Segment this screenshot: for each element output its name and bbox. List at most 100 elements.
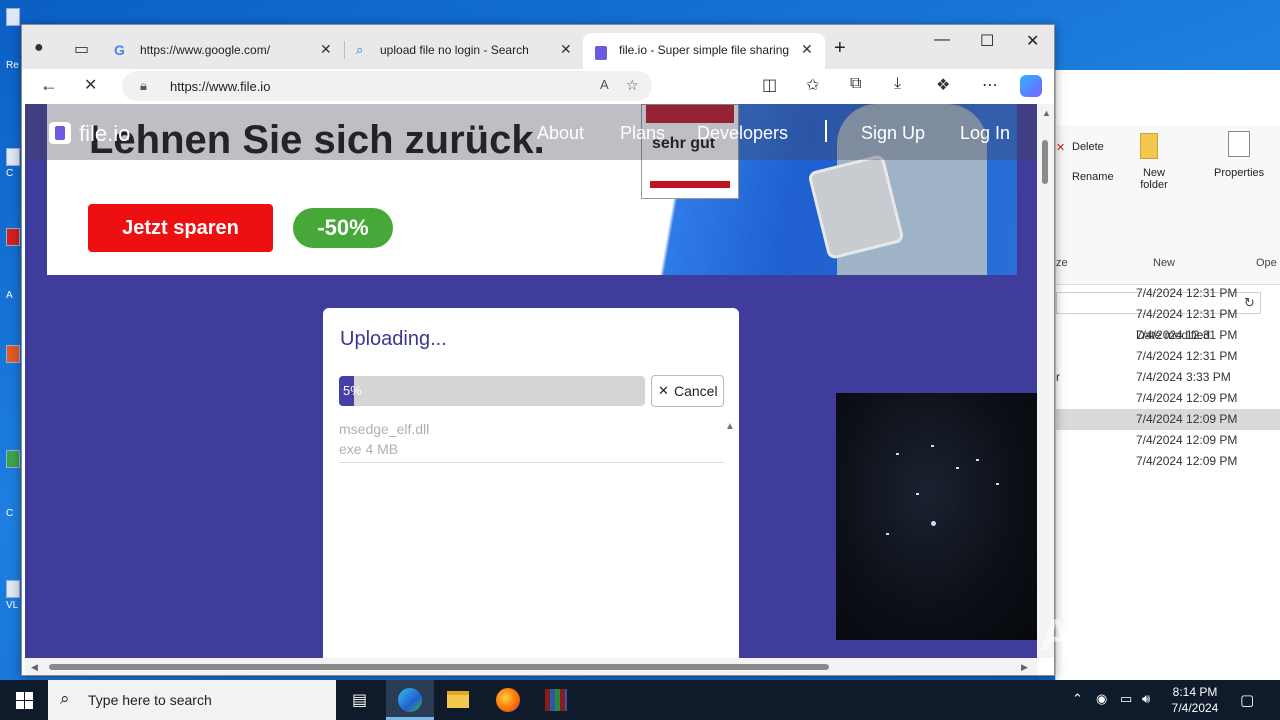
- file-date-modified: 7/4/2024 12:31 PM: [1136, 286, 1238, 300]
- ad-cta-button[interactable]: Jetzt sparen: [88, 204, 273, 252]
- explorer-ribbon: ✕ Delete Rename New folder Properties ze…: [1056, 125, 1280, 285]
- nav-plans[interactable]: Plans: [620, 123, 665, 144]
- site-navbar: file.io About Plans Developers Sign Up L…: [25, 104, 1037, 160]
- minimize-icon[interactable]: —: [934, 31, 950, 49]
- file-list-row[interactable]: 7/4/2024 12:31 PM: [1056, 325, 1280, 346]
- extensions-icon[interactable]: ❖: [936, 75, 950, 95]
- taskbar: ⌕ Type here to search ▤ ⌃ ◉ ▭ 🔊︎ 8:14 PM…: [0, 680, 1280, 720]
- vertical-scrollbar[interactable]: ▲: [1037, 104, 1054, 658]
- fileio-icon: [595, 46, 607, 60]
- file-date-modified: 7/4/2024 12:09 PM: [1136, 454, 1238, 468]
- tab-fileio[interactable]: file.io - Super simple file sharing ✕: [583, 33, 825, 73]
- maximize-icon[interactable]: ☐: [980, 31, 994, 51]
- nav-developers[interactable]: Developers: [697, 123, 788, 144]
- task-view-button[interactable]: ▤: [338, 680, 386, 720]
- meet-now-icon[interactable]: ◉: [1096, 691, 1107, 707]
- cancel-upload-button[interactable]: ✕ Cancel: [651, 375, 724, 407]
- nav-log-in[interactable]: Log In: [960, 123, 1010, 144]
- nav-divider: [825, 120, 827, 142]
- desktop-icon[interactable]: [6, 228, 20, 246]
- read-aloud-icon[interactable]: A: [600, 77, 609, 92]
- properties-button[interactable]: Properties: [1214, 167, 1264, 179]
- start-button[interactable]: [0, 680, 48, 720]
- close-tab-icon[interactable]: ✕: [320, 41, 332, 58]
- collections-icon[interactable]: ⧉: [850, 75, 861, 93]
- taskbar-firefox[interactable]: [484, 680, 532, 720]
- scroll-up-icon[interactable]: ▲: [1042, 108, 1051, 118]
- profile-icon[interactable]: ●: [34, 39, 44, 57]
- file-list-row[interactable]: r 7/4/2024 3:33 PM: [1056, 367, 1280, 388]
- file-list-row[interactable]: 7/4/2024 12:31 PM: [1056, 283, 1280, 304]
- horizontal-scroll-thumb[interactable]: [49, 664, 829, 670]
- ribbon-group-label: ze: [1056, 257, 1068, 269]
- video-ad[interactable]: [836, 393, 1037, 640]
- windows-logo-icon: [16, 701, 24, 709]
- taskbar-winrar[interactable]: [532, 680, 580, 720]
- desktop-label: VL: [6, 600, 19, 611]
- desktop-icon[interactable]: [6, 148, 20, 166]
- chevron-up-icon[interactable]: ⌃: [1072, 691, 1083, 707]
- address-bar[interactable]: 🔒︎ https://www.file.io A ☆: [122, 71, 652, 101]
- nav-about[interactable]: About: [537, 123, 584, 144]
- upload-card: Uploading... 5% ✕ Cancel msedge_elf.dll …: [323, 308, 739, 658]
- desktop-icon[interactable]: [6, 345, 20, 363]
- network-icon[interactable]: ▭: [1120, 691, 1132, 707]
- windows-logo-icon: [25, 701, 33, 709]
- ad-discount-badge: -50%: [293, 208, 393, 248]
- site-logo[interactable]: file.io: [79, 121, 130, 147]
- nav-sign-up[interactable]: Sign Up: [861, 123, 925, 144]
- file-list-row[interactable]: 7/4/2024 12:31 PM: [1056, 346, 1280, 367]
- taskbar-edge[interactable]: [386, 680, 434, 720]
- url-text[interactable]: https://www.file.io: [170, 79, 270, 94]
- desktop-icon[interactable]: [6, 450, 20, 468]
- lock-icon[interactable]: 🔒︎: [140, 78, 147, 94]
- scroll-right-icon[interactable]: ▶: [1021, 662, 1028, 673]
- tab-strip: ● ▭ G https://www.google.com/ ✕ ⌕ upload…: [22, 25, 1054, 73]
- back-icon[interactable]: ←: [40, 75, 58, 96]
- tab-google[interactable]: G https://www.google.com/ ✕: [106, 33, 342, 73]
- new-tab-button[interactable]: +: [834, 37, 846, 60]
- favorites-icon[interactable]: ✩: [806, 75, 819, 95]
- uploading-file-size: exe 4 MB: [339, 441, 399, 457]
- cancel-label: Cancel: [674, 383, 718, 399]
- more-options-icon[interactable]: ⋯: [982, 75, 998, 95]
- video-light: [886, 533, 889, 535]
- upload-progress-bar: 5%: [339, 376, 645, 406]
- vertical-scroll-thumb[interactable]: [1042, 140, 1048, 184]
- properties-icon: [1228, 131, 1250, 157]
- rename-button[interactable]: Rename: [1072, 171, 1114, 183]
- file-list-row[interactable]: 7/4/2024 12:09 PM: [1056, 409, 1280, 430]
- downloads-icon[interactable]: ⤓: [894, 75, 901, 93]
- close-window-icon[interactable]: ✕: [1026, 31, 1039, 51]
- folder-icon: [447, 691, 469, 708]
- split-screen-icon[interactable]: ◫: [762, 75, 777, 95]
- stop-loading-icon[interactable]: ✕: [84, 75, 97, 95]
- desktop-label: C: [6, 508, 14, 519]
- file-list-row[interactable]: 7/4/2024 12:09 PM: [1056, 388, 1280, 409]
- close-tab-icon[interactable]: ✕: [560, 41, 572, 58]
- file-list-row[interactable]: 7/4/2024 12:09 PM: [1056, 451, 1280, 472]
- fileio-logo-icon[interactable]: [49, 122, 71, 144]
- notifications-icon[interactable]: ▢: [1240, 691, 1254, 709]
- scroll-left-icon[interactable]: ◀: [31, 662, 38, 673]
- volume-icon[interactable]: 🔊︎: [1142, 691, 1150, 707]
- file-list-row[interactable]: 7/4/2024 12:09 PM: [1056, 430, 1280, 451]
- delete-button[interactable]: Delete: [1072, 141, 1104, 153]
- tab-actions-icon[interactable]: ▭: [74, 39, 89, 59]
- favorite-icon[interactable]: ☆: [626, 77, 639, 94]
- chevron-up-icon[interactable]: ▲: [725, 421, 735, 432]
- desktop-icon[interactable]: [6, 8, 20, 26]
- file-list-row[interactable]: 7/4/2024 12:31 PM: [1056, 304, 1280, 325]
- desktop-label: Re: [6, 60, 19, 71]
- edge-browser-window: ● ▭ G https://www.google.com/ ✕ ⌕ upload…: [21, 24, 1055, 676]
- windows-logo-icon: [16, 692, 24, 700]
- tab-search[interactable]: ⌕ upload file no login - Search ✕: [348, 33, 580, 73]
- taskbar-file-explorer[interactable]: [434, 680, 482, 720]
- horizontal-scrollbar[interactable]: ◀ ▶: [25, 658, 1037, 675]
- taskbar-search[interactable]: ⌕ Type here to search: [48, 680, 336, 720]
- desktop-icon[interactable]: [6, 580, 20, 598]
- copilot-icon[interactable]: [1020, 75, 1042, 97]
- system-clock[interactable]: 8:14 PM 7/4/2024: [1168, 684, 1222, 716]
- new-folder-button[interactable]: New folder: [1134, 167, 1174, 191]
- close-tab-icon[interactable]: ✕: [801, 41, 813, 58]
